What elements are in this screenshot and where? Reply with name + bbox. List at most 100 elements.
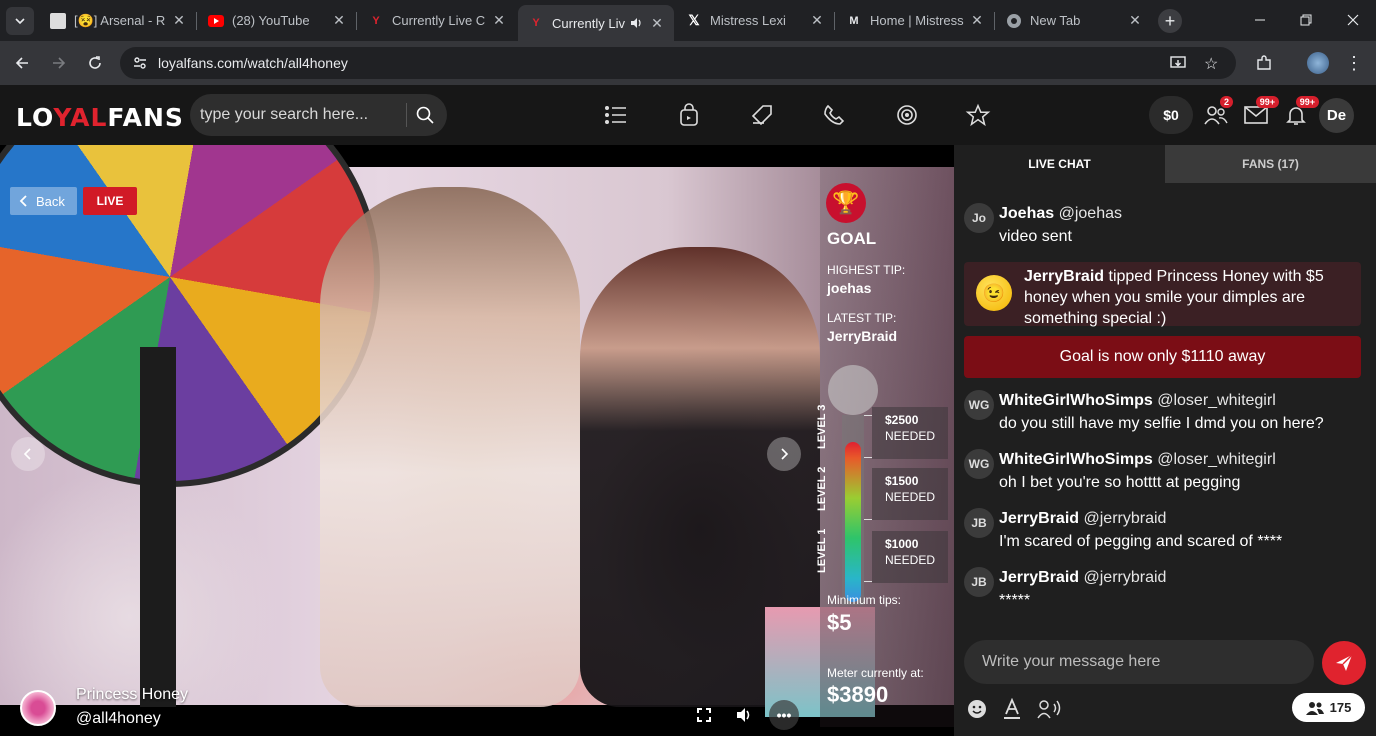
viewer-count[interactable]: 175: [1292, 693, 1365, 722]
more-options-button[interactable]: •••: [769, 700, 799, 730]
tab-separator: [994, 12, 995, 30]
search-button[interactable]: [412, 102, 438, 128]
close-tab-icon[interactable]: ✕: [490, 12, 508, 30]
close-tab-icon[interactable]: ✕: [648, 14, 666, 32]
site-header: LOYALFANS $0 2 99+ 99+ De: [0, 85, 1376, 145]
chat-username[interactable]: JerryBraid @jerrybraid: [999, 510, 1166, 528]
puzzle-icon: [1257, 55, 1271, 70]
live-video-stream[interactable]: Back LIVE Princess Honey @all4honey ••• …: [0, 145, 954, 730]
wallet-balance[interactable]: $0: [1149, 96, 1193, 134]
chat-avatar[interactable]: JB: [964, 567, 994, 597]
install-app-icon[interactable]: [1170, 55, 1186, 76]
address-bar[interactable]: loyalfans.com/watch/all4honey ☆: [120, 47, 1236, 79]
close-tab-icon[interactable]: ✕: [808, 12, 826, 30]
chevron-down-icon: [15, 18, 25, 25]
extensions-button[interactable]: [1250, 49, 1278, 77]
chat-avatar[interactable]: WG: [964, 449, 994, 479]
mail-icon: [1244, 106, 1268, 124]
loyalfans-logo[interactable]: LOYALFANS: [16, 103, 184, 132]
level-1-box: $1000 NEEDED: [872, 531, 948, 583]
level-3-label: LEVEL 3: [816, 404, 828, 449]
chat-avatar[interactable]: JB: [964, 508, 994, 538]
tags-nav-button[interactable]: [748, 101, 776, 129]
tab-search-button[interactable]: [6, 7, 34, 35]
chat-avatar[interactable]: Jo: [964, 203, 994, 233]
chat-username[interactable]: WhiteGirlWhoSimps @loser_whitegirl: [999, 451, 1276, 469]
tab-separator: [196, 12, 197, 30]
previous-stream-button[interactable]: [11, 437, 45, 471]
chat-user-handle: @joehas: [1058, 205, 1122, 222]
level-2-needed: NEEDED: [885, 490, 936, 504]
goal-title: GOAL: [827, 229, 877, 248]
fullscreen-button[interactable]: [689, 700, 719, 730]
friends-button[interactable]: 2: [1203, 96, 1233, 128]
viewer-count-value: 175: [1329, 700, 1352, 715]
goal-banner: Goal is now only $1110 away: [964, 336, 1361, 378]
reload-icon: [89, 56, 101, 69]
new-tab-button[interactable]: +: [1158, 9, 1182, 33]
streamer-handle[interactable]: @all4honey: [76, 710, 161, 728]
feed-nav-button[interactable]: [602, 101, 630, 129]
tab-fans[interactable]: FANS (17): [1165, 145, 1376, 183]
search-icon: [416, 106, 434, 124]
site-info-icon[interactable]: [132, 55, 148, 76]
profile-button[interactable]: [1304, 49, 1332, 77]
reload-button[interactable]: [81, 49, 109, 77]
browser-tab-arsenal[interactable]: [😵] Arsenal - R ✕: [40, 5, 196, 36]
browser-tab-loyalfans-1[interactable]: Y Currently Live C ✕: [358, 5, 516, 36]
mention-users-button[interactable]: [1036, 696, 1066, 722]
shop-nav-button[interactable]: [675, 101, 703, 129]
chat-username[interactable]: JerryBraid @jerrybraid: [999, 569, 1166, 587]
wink-emoji-icon: 😉: [976, 275, 1012, 311]
send-message-button[interactable]: [1322, 641, 1366, 685]
chat-avatar[interactable]: WG: [964, 390, 994, 420]
browser-tab-home[interactable]: M Home | Mistress ✕: [836, 5, 994, 36]
tab-live-chat[interactable]: LIVE CHAT: [954, 145, 1165, 183]
browser-tab-newtab[interactable]: New Tab ✕: [996, 5, 1152, 36]
chat-user-handle: @jerrybraid: [1083, 569, 1167, 586]
user-avatar[interactable]: De: [1319, 98, 1354, 133]
restore-button[interactable]: [1283, 0, 1329, 40]
chevron-left-icon: [19, 195, 27, 207]
bookmark-star-icon[interactable]: ☆: [1204, 54, 1218, 74]
back-button[interactable]: [8, 49, 36, 77]
streamer-avatar[interactable]: [20, 690, 56, 726]
more-horizontal-icon: •••: [776, 707, 792, 723]
browser-tab-x[interactable]: 𝕏 Mistress Lexi ✕: [676, 5, 834, 36]
send-icon: [1336, 654, 1353, 671]
search-input[interactable]: [200, 101, 400, 129]
latest-tip-user: JerryBraid: [827, 328, 898, 344]
back-button[interactable]: Back: [10, 187, 77, 215]
close-tab-icon[interactable]: ✕: [968, 12, 986, 30]
volume-button[interactable]: [729, 700, 759, 730]
minimize-button[interactable]: [1237, 0, 1283, 40]
chat-username[interactable]: Joehas @joehas: [999, 205, 1122, 223]
live-nav-button[interactable]: [893, 101, 921, 129]
emoji-button[interactable]: [964, 696, 990, 722]
chat-text: *****: [999, 592, 1031, 609]
calls-nav-button[interactable]: [820, 101, 848, 129]
chat-tabs: LIVE CHAT FANS (17): [954, 145, 1376, 183]
streamer-name[interactable]: Princess Honey: [76, 686, 188, 704]
messages-button[interactable]: 99+: [1243, 96, 1279, 128]
speaker-icon[interactable]: [628, 15, 644, 31]
messages-badge: 99+: [1255, 96, 1279, 108]
close-window-button[interactable]: [1330, 0, 1376, 40]
level-tick: [864, 457, 872, 458]
forward-button[interactable]: [45, 49, 73, 77]
level-1-label: LEVEL 1: [816, 528, 828, 573]
close-tab-icon[interactable]: ✕: [1126, 12, 1144, 30]
notifications-button[interactable]: 99+: [1283, 96, 1319, 128]
tip-user[interactable]: JerryBraid: [1024, 268, 1104, 285]
close-tab-icon[interactable]: ✕: [330, 12, 348, 30]
browser-tab-youtube[interactable]: (28) YouTube ✕: [198, 5, 356, 36]
chat-message-input[interactable]: [964, 640, 1314, 684]
chat-username[interactable]: WhiteGirlWhoSimps @loser_whitegirl: [999, 392, 1276, 410]
minimize-icon: [1255, 19, 1265, 21]
browser-tab-loyalfans-active[interactable]: Y Currently Liv ✕: [518, 5, 674, 41]
browser-menu-button[interactable]: ⋮: [1340, 49, 1368, 77]
next-stream-button[interactable]: [767, 437, 801, 471]
top-creators-nav-button[interactable]: [964, 101, 992, 129]
close-tab-icon[interactable]: ✕: [170, 12, 188, 30]
text-format-button[interactable]: [999, 696, 1025, 722]
